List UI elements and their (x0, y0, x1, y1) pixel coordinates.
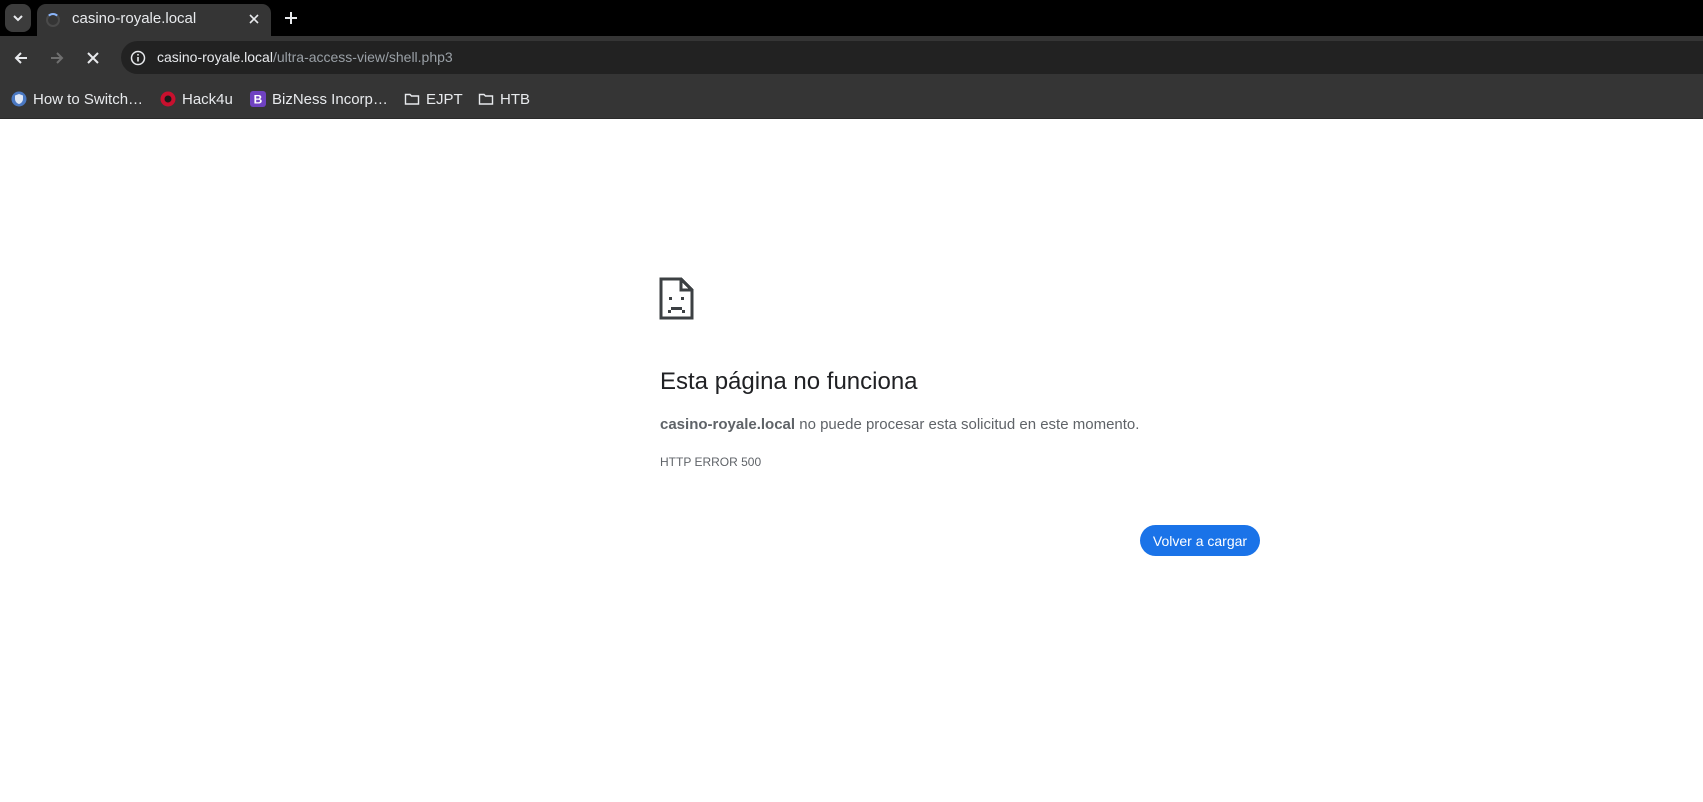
error-description: casino-royale.local no puede procesar es… (660, 416, 1139, 433)
tab-strip: casino-royale.local (0, 0, 1703, 36)
close-icon (249, 14, 259, 24)
url-host: casino-royale.local (157, 49, 273, 65)
plus-icon (285, 12, 297, 24)
purple-b-favicon-icon: B (250, 91, 266, 107)
bookmark-label: BizNess Incorp… (272, 90, 388, 108)
bookmarks-bar: How to Switch… Hack4u B BizNess Incorp… … (0, 79, 1703, 119)
red-logo-favicon-icon (160, 91, 176, 107)
folder-icon (404, 93, 420, 105)
address-bar[interactable]: casino-royale.local/ultra-access-view/sh… (121, 41, 1703, 74)
loading-spinner-icon (46, 13, 60, 27)
error-code: HTTP ERROR 500 (660, 455, 762, 469)
tab-active[interactable]: casino-royale.local (37, 4, 271, 36)
arrow-right-icon (51, 52, 64, 64)
chevron-down-icon (13, 15, 23, 22)
error-description-text: no puede procesar esta solicitud en este… (795, 416, 1140, 433)
reload-button[interactable]: Volver a cargar (1140, 525, 1260, 556)
bookmark-label: HTB (500, 90, 530, 108)
close-icon (87, 52, 99, 64)
bookmark-folder-ejpt[interactable]: EJPT (404, 88, 463, 110)
tab-search-button[interactable] (5, 4, 31, 32)
tab-title: casino-royale.local (72, 10, 197, 27)
page-content: Esta página no funciona casino-royale.lo… (0, 119, 1703, 802)
svg-text:B: B (254, 93, 263, 107)
back-button[interactable] (9, 46, 33, 70)
bookmark-hack4u[interactable]: Hack4u (160, 88, 233, 110)
sad-page-icon (659, 277, 694, 320)
bookmark-folder-htb[interactable]: HTB (478, 88, 530, 110)
bookmark-label: How to Switch… (33, 90, 144, 108)
tab-close-button[interactable] (246, 11, 262, 27)
bookmark-label: EJPT (426, 90, 463, 108)
new-tab-button[interactable] (282, 9, 300, 27)
folder-icon (478, 93, 494, 105)
info-icon[interactable] (130, 50, 146, 66)
bookmark-label: Hack4u (182, 90, 233, 108)
error-title: Esta página no funciona (660, 368, 918, 395)
toolbar: casino-royale.local/ultra-access-view/sh… (0, 36, 1703, 79)
url-text: casino-royale.local/ultra-access-view/sh… (157, 49, 453, 65)
bookmark-how-to-switch[interactable]: How to Switch… (11, 88, 143, 110)
error-host: casino-royale.local (660, 416, 796, 433)
url-path: /ultra-access-view/shell.php3 (272, 49, 453, 65)
forward-button[interactable] (45, 46, 69, 70)
stop-loading-button[interactable] (81, 46, 105, 70)
bookmark-bizness[interactable]: B BizNess Incorp… (250, 88, 388, 110)
arrow-left-icon (14, 52, 27, 64)
blue-shield-favicon-icon (11, 91, 27, 107)
